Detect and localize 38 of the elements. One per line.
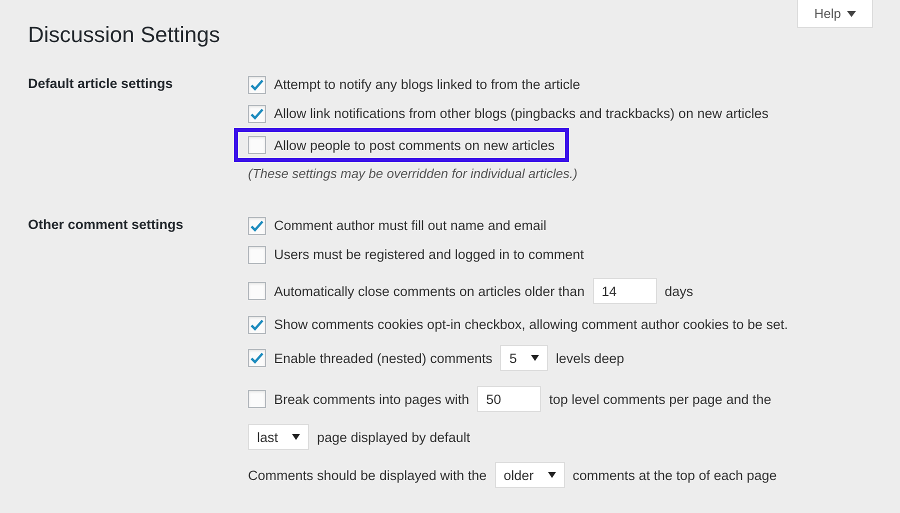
option-label: Automatically close comments on articles older than: [274, 284, 585, 298]
option-label: comments at the top of each page: [572, 468, 777, 482]
checkbox[interactable]: [248, 216, 266, 234]
checkbox[interactable]: [248, 316, 266, 334]
dropdown[interactable]: last: [248, 424, 310, 450]
checkbox[interactable]: [248, 136, 266, 154]
checkbox[interactable]: [248, 246, 266, 264]
help-button[interactable]: Help: [797, 0, 873, 28]
option-label: Show comments cookies opt-in checkbox, allowing comment author cookies to be set.: [274, 317, 788, 332]
caret-icon: [292, 434, 300, 440]
dropdown[interactable]: 5: [500, 345, 548, 371]
option-label: top level comments per page and the: [549, 392, 772, 406]
option-label: Users must be registered and logged in to comment: [274, 247, 584, 262]
option-label: Attempt to notify any blogs linked to from the article: [274, 77, 580, 92]
checkbox[interactable]: [248, 76, 266, 94]
checkbox[interactable]: [248, 104, 266, 122]
number-field[interactable]: 14: [592, 278, 657, 304]
checkbox[interactable]: [248, 390, 266, 408]
option-label: levels deep: [556, 350, 624, 366]
option-label: Break comments into pages with: [274, 392, 470, 406]
option-label: Comment author must fill out name and email: [274, 218, 546, 233]
option-label: Allow link notifications from other blogs (pingbacks and trackbacks) on new articles: [274, 106, 768, 121]
option-label: page displayed by default: [317, 430, 470, 444]
caret-icon: [548, 472, 556, 478]
option-label: Comments should be displayed with the: [248, 468, 487, 482]
option-label: Enable threaded (nested) comments: [274, 350, 492, 366]
caret-icon: [530, 355, 539, 361]
checkbox[interactable]: [248, 349, 266, 367]
option-label: Allow people to post comments on new articles: [274, 138, 555, 152]
settings-note: (These settings may be overridden for individual articles.): [248, 166, 578, 181]
number-field[interactable]: 50: [477, 386, 542, 412]
section-label: Default article settings: [28, 75, 174, 93]
dropdown[interactable]: older: [494, 462, 565, 488]
checkbox[interactable]: [248, 282, 266, 300]
page-title: Discussion Settings: [28, 22, 220, 48]
caret-icon: [847, 10, 856, 16]
option-label: days: [664, 284, 694, 298]
section-label: Other comment settings: [28, 216, 184, 234]
